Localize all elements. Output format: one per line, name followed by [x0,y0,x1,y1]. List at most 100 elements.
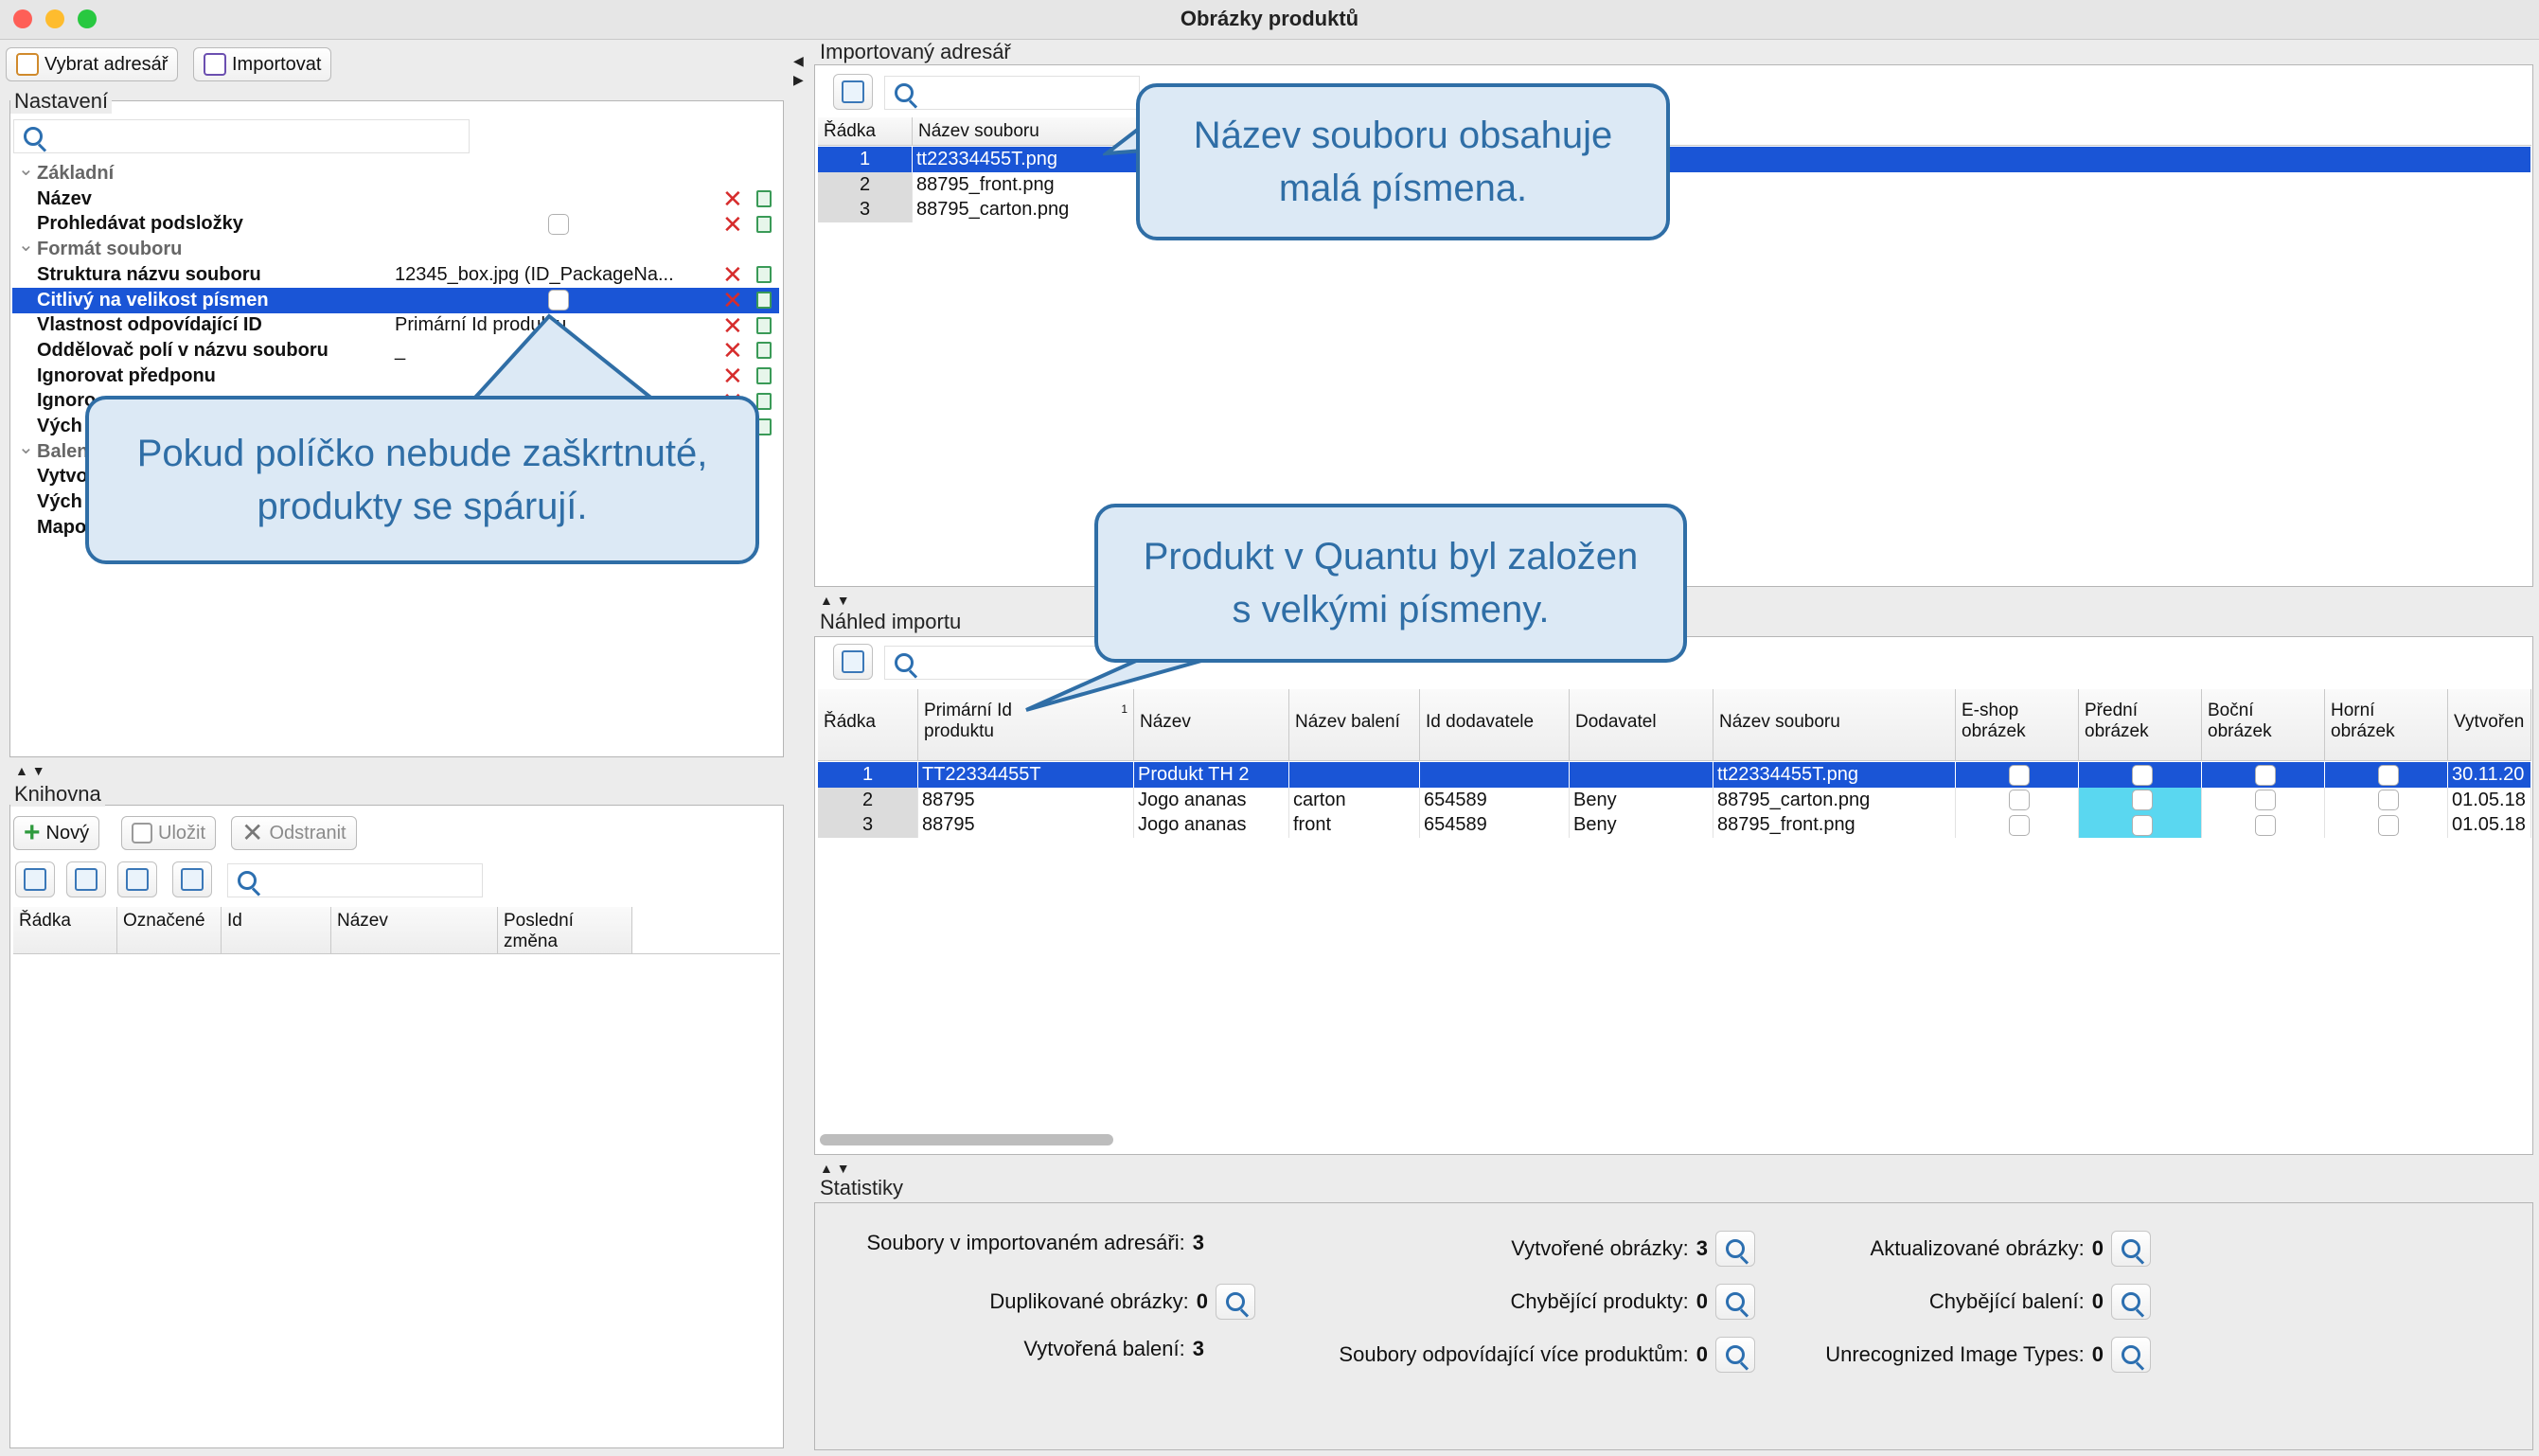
front-image-cell[interactable] [2079,812,2202,838]
image-checkbox[interactable] [2377,790,2399,811]
zoom-details-button[interactable] [2111,1337,2151,1373]
zoom-details-button[interactable] [1715,1231,1755,1267]
save-button[interactable]: Uložit [121,816,217,850]
preview-columns-button[interactable] [833,644,873,680]
copy-value-icon[interactable] [755,392,772,410]
table-row[interactable]: 2 88795 Jogo ananas carton 654589 Beny 88795_c… [818,787,2531,813]
help-button[interactable] [117,861,157,897]
clear-x-icon[interactable]: ✕ [722,313,743,338]
top-image-cell[interactable] [2325,787,2448,813]
image-checkbox[interactable] [2008,790,2030,811]
image-checkbox[interactable] [2254,790,2276,811]
property-checkbox[interactable] [548,214,569,236]
top-image-cell[interactable] [2325,762,2448,788]
copy-value-icon[interactable] [755,190,772,208]
library-col-name[interactable]: Název [331,907,498,953]
library-columns-button[interactable] [172,861,212,897]
front-image-cell[interactable] [2079,787,2202,813]
zoom-details-button[interactable] [1715,1284,1755,1320]
import-button[interactable]: Importovat [193,47,332,81]
image-checkbox[interactable] [2254,764,2276,786]
image-checkbox[interactable] [2377,764,2399,786]
eshop-image-cell[interactable] [1956,762,2079,788]
settings-search-input[interactable] [13,119,470,153]
settings-property-row[interactable]: Citlivý na velikost písmen ✕ [12,287,779,313]
settings-property-row[interactable]: Ignorovat předponu ✕ [12,364,779,389]
copy-value-icon[interactable] [755,316,772,334]
library-search-input[interactable] [227,863,483,897]
eshop-image-cell[interactable] [1956,787,2079,813]
copy-value-icon[interactable] [755,215,772,233]
image-checkbox[interactable] [2131,790,2153,811]
zoom-details-button[interactable] [1715,1337,1755,1373]
table-row[interactable]: 1 TT22334455T Produkt TH 2 tt22334455T.png 3… [818,762,2531,788]
imported-columns-button[interactable] [833,74,873,110]
preview-col-package[interactable]: Název balení [1289,689,1420,760]
split-arrows-icon[interactable]: ▲ ▼ [820,1161,850,1176]
zoom-details-button[interactable] [2111,1231,2151,1267]
clear-x-icon[interactable]: ✕ [722,338,743,363]
copy-value-icon[interactable] [755,292,772,309]
clear-x-icon[interactable]: ✕ [722,288,743,312]
settings-category[interactable]: ⌄ Základní [12,159,779,186]
collapse-left-arrow-icon[interactable]: ◀ [793,53,804,69]
copy-value-icon[interactable] [755,367,772,385]
select-directory-button[interactable]: Vybrat adresář [6,47,179,81]
property-value[interactable]: 12345_box.jpg (ID_PackageNa... [391,262,722,288]
property-value[interactable] [391,211,722,237]
preview-col-supplier-id[interactable]: Id dodavatele [1420,689,1570,760]
settings-property-row[interactable]: Prohledávat podsložky ✕ [12,211,779,237]
clear-x-icon[interactable]: ✕ [722,262,743,287]
copy-value-icon[interactable] [755,342,772,360]
image-checkbox[interactable] [2377,814,2399,836]
settings-property-row[interactable]: Název ✕ [12,186,779,212]
settings-property-row[interactable]: Oddělovač polí v názvu souboru _ ✕ [12,338,779,364]
preview-col-row[interactable]: Řádka [818,689,918,760]
preview-col-created[interactable]: Vytvořen [2448,689,2531,760]
preview-col-top-image[interactable]: Horní obrázek [2325,689,2448,760]
property-value[interactable] [391,186,722,212]
preview-col-side-image[interactable]: Boční obrázek [2202,689,2325,760]
side-image-cell[interactable] [2202,787,2325,813]
chevron-down-icon[interactable]: ⌄ [18,233,34,257]
library-col-row[interactable]: Řádka [13,907,117,953]
expand-right-arrow-icon[interactable]: ▶ [793,72,804,88]
preview-col-supplier[interactable]: Dodavatel [1570,689,1713,760]
front-image-cell[interactable] [2079,762,2202,788]
table-row[interactable]: 1 tt22334455T.png [818,147,2531,172]
imported-col-row[interactable]: Řádka [818,117,913,145]
image-checkbox[interactable] [2131,814,2153,836]
clear-x-icon[interactable]: ✕ [722,364,743,388]
side-image-cell[interactable] [2202,812,2325,838]
image-checkbox[interactable] [2254,814,2276,836]
table-row[interactable]: 3 88795 Jogo ananas front 654589 Beny 88795_fr… [818,812,2531,838]
settings-property-row[interactable]: Vlastnost odpovídající ID Primární Id pro… [12,312,779,338]
image-checkbox[interactable] [2008,814,2030,836]
preview-col-front-image[interactable]: Přední obrázek [2079,689,2202,760]
check-all-button[interactable] [15,861,55,897]
library-col-last-change[interactable]: Poslední změna [498,907,632,953]
copy-value-icon[interactable] [755,266,772,284]
copy-button[interactable] [66,861,106,897]
zoom-details-button[interactable] [2111,1284,2151,1320]
image-checkbox[interactable] [2131,764,2153,786]
split-arrows-icon[interactable]: ▲ ▼ [15,763,45,778]
chevron-down-icon[interactable]: ⌄ [18,435,34,459]
imported-search-input[interactable] [884,76,1140,110]
split-arrows-icon[interactable]: ▲ ▼ [820,593,850,608]
library-col-id[interactable]: Id [222,907,331,953]
new-button[interactable]: + Nový [13,816,100,850]
eshop-image-cell[interactable] [1956,812,2079,838]
settings-property-row[interactable]: Struktura názvu souboru 12345_box.jpg (ID… [12,262,779,288]
top-image-cell[interactable] [2325,812,2448,838]
chevron-down-icon[interactable]: ⌄ [18,157,34,181]
horizontal-scrollbar[interactable] [820,1134,1113,1145]
zoom-details-button[interactable] [1216,1284,1255,1320]
clear-x-icon[interactable]: ✕ [722,212,743,237]
side-image-cell[interactable] [2202,762,2325,788]
preview-col-eshop-image[interactable]: E-shop obrázek [1956,689,2079,760]
settings-category[interactable]: ⌄ Formát souboru [12,235,779,262]
image-checkbox[interactable] [2008,764,2030,786]
delete-button[interactable]: ✕ Odstranit [231,816,357,850]
clear-x-icon[interactable]: ✕ [722,186,743,211]
